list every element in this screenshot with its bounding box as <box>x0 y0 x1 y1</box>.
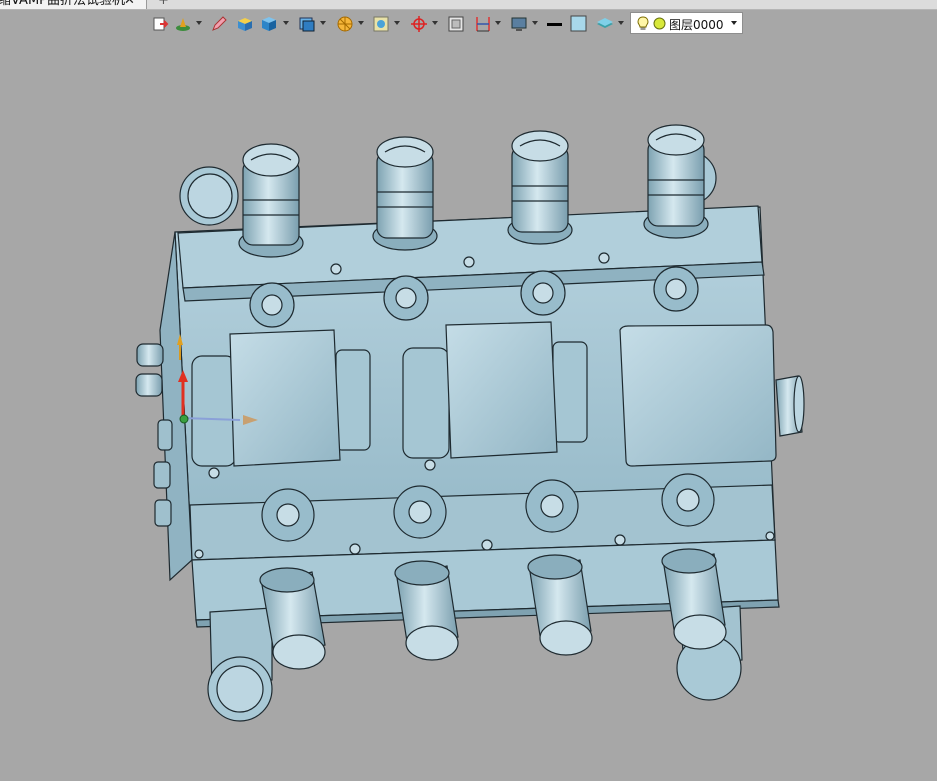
fill-color-icon[interactable] <box>570 15 588 33</box>
grid-frame-icon[interactable] <box>447 15 465 33</box>
crosshair-origin-icon[interactable] <box>410 15 428 33</box>
line-color-swatch <box>547 23 562 26</box>
box-solid-icon[interactable] <box>236 15 254 33</box>
cad-model <box>135 124 805 722</box>
3d-viewport[interactable] <box>0 40 937 777</box>
lightbulb-icon[interactable] <box>636 16 650 31</box>
chevron-down-icon[interactable] <box>532 21 538 25</box>
chevron-down-icon[interactable] <box>358 21 364 25</box>
document-tab-strip: 缩VAMP曲折法试验机 ✕ + <box>0 0 937 10</box>
chevron-down-icon[interactable] <box>495 21 501 25</box>
section-view-icon[interactable] <box>336 15 354 33</box>
new-tab-icon[interactable]: + <box>158 0 169 9</box>
chevron-down-icon[interactable] <box>731 21 737 25</box>
chevron-down-icon[interactable] <box>283 21 289 25</box>
valve-block <box>135 124 805 722</box>
display-mode-icon[interactable] <box>372 15 390 33</box>
layer-selector[interactable]: 图层0000 <box>630 12 743 34</box>
document-tab[interactable]: 缩VAMP曲折法试验机 ✕ <box>0 0 147 9</box>
line-color-icon[interactable] <box>546 15 564 33</box>
close-icon[interactable]: ✕ <box>124 0 135 9</box>
exit-sketch-icon[interactable] <box>151 15 169 33</box>
fill-color-swatch <box>570 15 587 32</box>
solenoid-coils <box>191 321 777 467</box>
chevron-down-icon[interactable] <box>196 21 202 25</box>
chevron-down-icon[interactable] <box>618 21 624 25</box>
dimension-icon[interactable] <box>474 15 492 33</box>
document-tab-title: 缩VAMP曲折法试验机 <box>0 0 126 8</box>
layer-name: 图层0000 <box>669 18 724 32</box>
chevron-down-icon[interactable] <box>432 21 438 25</box>
view-orientation-icon[interactable] <box>298 15 316 33</box>
edit-pencil-icon[interactable] <box>210 15 228 33</box>
layer-visibility-icon[interactable] <box>653 17 666 30</box>
solid-feature-icon[interactable] <box>174 15 192 33</box>
layer-stack-icon[interactable] <box>596 15 614 33</box>
monitor-display-icon[interactable] <box>510 15 528 33</box>
chevron-down-icon[interactable] <box>394 21 400 25</box>
chevron-down-icon[interactable] <box>320 21 326 25</box>
render-cube-icon[interactable] <box>260 15 278 33</box>
